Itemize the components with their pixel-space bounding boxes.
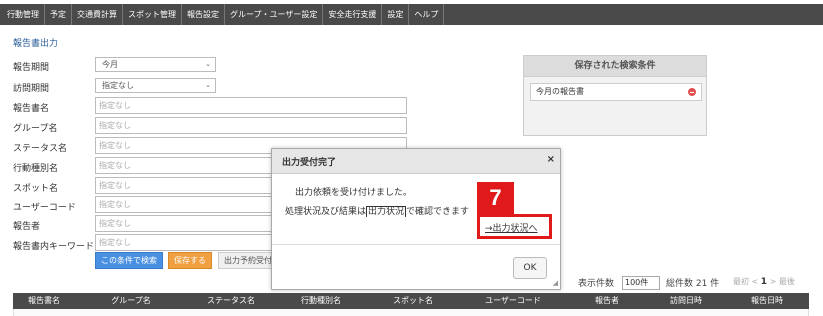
th-reporter[interactable]: 報告者 xyxy=(567,293,647,309)
period-value: 今月 xyxy=(102,60,118,69)
page-title: 報告書出力 xyxy=(13,39,59,49)
th-report-name[interactable]: 報告書名 xyxy=(13,293,75,309)
dialog-title: 出力受付完了 xyxy=(282,158,337,168)
nav-item-help[interactable]: ヘルプ xyxy=(409,4,445,25)
dialog-message: 出力依頼を受け付けました。 xyxy=(295,188,413,198)
visit-label: 訪問期間 xyxy=(13,84,50,94)
per-page-select[interactable]: 100件 xyxy=(622,276,660,290)
nav-item-group-user[interactable]: グループ・ユーザー設定 xyxy=(225,4,324,25)
th-group[interactable]: グループ名 xyxy=(75,293,187,309)
spot-label: スポット名 xyxy=(13,184,59,194)
pager-current: 1 xyxy=(760,277,768,287)
status-label: ステータス名 xyxy=(13,144,68,154)
dialog-header: 出力受付完了 × xyxy=(272,149,560,174)
th-visit-datetime[interactable]: 訪問日時 xyxy=(647,293,725,309)
remove-icon[interactable] xyxy=(688,88,696,96)
nav-item-settings[interactable]: 設定 xyxy=(382,4,410,25)
per-page-value: 100件 xyxy=(625,278,649,287)
period-select[interactable]: 今月 ⌄ xyxy=(95,57,216,72)
saved-conditions-panel: 保存された検索条件 今月の報告書 xyxy=(523,55,707,136)
pager-prev[interactable]: < xyxy=(752,277,759,286)
th-status[interactable]: ステータス名 xyxy=(187,293,275,309)
keyword-label: 報告書内キーワード xyxy=(13,242,95,252)
pager: 最初 < 1 > 最後 xyxy=(733,276,795,287)
saved-conditions-title: 保存された検索条件 xyxy=(524,56,706,77)
usercode-label: ユーザーコード xyxy=(13,203,76,213)
report-name-input[interactable]: 指定なし xyxy=(95,97,407,114)
save-button[interactable]: 保存する xyxy=(168,252,212,269)
pager-next[interactable]: > xyxy=(770,277,777,286)
per-page-label: 表示件数 xyxy=(578,279,615,289)
saved-condition-item[interactable]: 今月の報告書 xyxy=(530,83,702,101)
dialog-status-post: で確認できます xyxy=(406,207,470,217)
dialog-divider xyxy=(272,244,560,245)
nav-item-schedule[interactable]: 予定 xyxy=(45,4,72,25)
pager-last[interactable]: 最後 xyxy=(779,277,795,286)
nav-item-spot[interactable]: スポット管理 xyxy=(123,4,182,25)
step-highlight: →出力状況へ xyxy=(477,214,552,239)
output-status-inline-link[interactable]: 出力状況 xyxy=(366,206,407,217)
close-icon[interactable]: × xyxy=(547,154,555,165)
nav-bar: 行動管理 予定 交通費計算 スポット管理 報告設定 グループ・ユーザー設定 安全… xyxy=(0,4,823,25)
results-table-header: 報告書名 グループ名 ステータス名 行動種別名 スポット名 ユーザーコード 報告… xyxy=(13,293,809,309)
resize-grip-icon[interactable]: ◢ xyxy=(553,279,558,287)
nav-item-transport[interactable]: 交通費計算 xyxy=(72,4,123,25)
nav-item-report-settings[interactable]: 報告設定 xyxy=(182,4,225,25)
chevron-down-icon: ⌄ xyxy=(205,81,211,89)
th-activity[interactable]: 行動種別名 xyxy=(275,293,367,309)
nav-item-activity[interactable]: 行動管理 xyxy=(2,4,45,25)
total-count: 総件数 21 件 xyxy=(666,279,720,289)
top-nav: 行動管理 予定 交通費計算 スポット管理 報告設定 グループ・ユーザー設定 安全… xyxy=(0,0,823,31)
group-input[interactable]: 指定なし xyxy=(95,117,407,134)
results-table-body xyxy=(13,309,809,316)
period-label: 報告期間 xyxy=(13,63,50,73)
th-usercode[interactable]: ユーザーコード xyxy=(459,293,567,309)
chevron-down-icon: ⌄ xyxy=(205,60,211,68)
pager-first[interactable]: 最初 xyxy=(733,277,749,286)
saved-condition-label: 今月の報告書 xyxy=(536,87,584,96)
report-name-label: 報告書名 xyxy=(13,104,50,114)
group-label: グループ名 xyxy=(13,124,58,134)
search-button[interactable]: この条件で検索 xyxy=(95,252,163,269)
ok-button[interactable]: OK xyxy=(513,257,547,279)
dialog-status-message: 処理状況及び結果は 出力状況 で確認できます xyxy=(285,204,490,217)
dialog-status-pre: 処理状況及び結果は xyxy=(285,207,367,217)
activity-label: 行動種別名 xyxy=(13,164,59,174)
reserve-button[interactable]: 出力予約受付 xyxy=(218,252,276,269)
th-spot[interactable]: スポット名 xyxy=(367,293,459,309)
th-report-datetime[interactable]: 報告日時 xyxy=(725,293,809,309)
step-badge: 7 xyxy=(477,182,514,214)
nav-item-safe-driving[interactable]: 安全走行支援 xyxy=(323,4,383,25)
reporter-label: 報告者 xyxy=(13,222,41,232)
visit-select[interactable]: 指定なし ⌄ xyxy=(95,78,216,93)
visit-value: 指定なし xyxy=(102,81,134,90)
go-to-output-status-link[interactable]: →出力状況へ xyxy=(485,221,538,234)
